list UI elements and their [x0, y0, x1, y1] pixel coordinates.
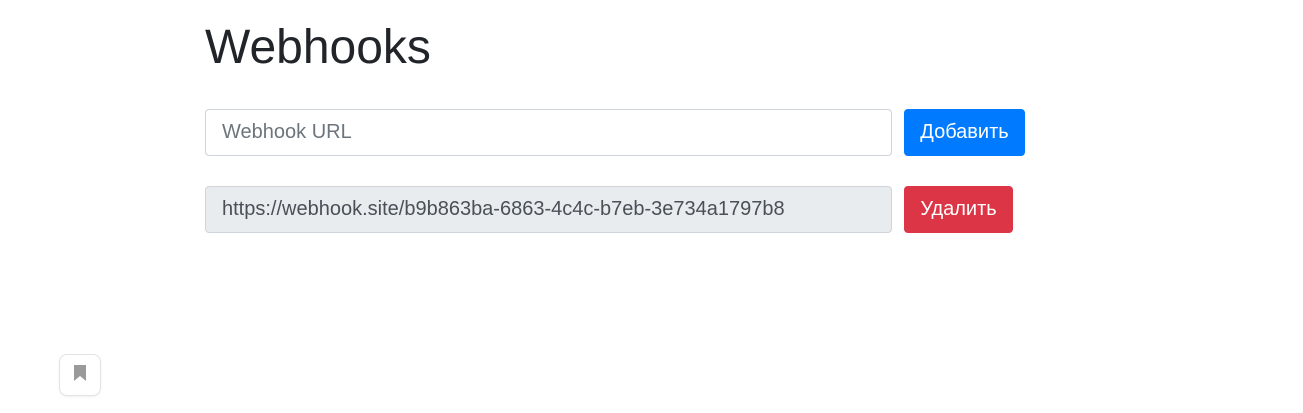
- webhook-url-field[interactable]: [205, 186, 892, 233]
- page-title: Webhooks: [205, 21, 431, 74]
- webhook-list-item: Удалить: [205, 186, 1013, 233]
- add-button[interactable]: Добавить: [904, 109, 1025, 156]
- webhook-url-input[interactable]: [205, 109, 892, 156]
- bookmark-button[interactable]: [59, 354, 101, 396]
- bookmark-icon: [73, 364, 87, 387]
- page: Webhooks Добавить Удалить: [0, 0, 1303, 413]
- delete-button[interactable]: Удалить: [904, 186, 1013, 233]
- add-webhook-form: Добавить: [205, 109, 1025, 156]
